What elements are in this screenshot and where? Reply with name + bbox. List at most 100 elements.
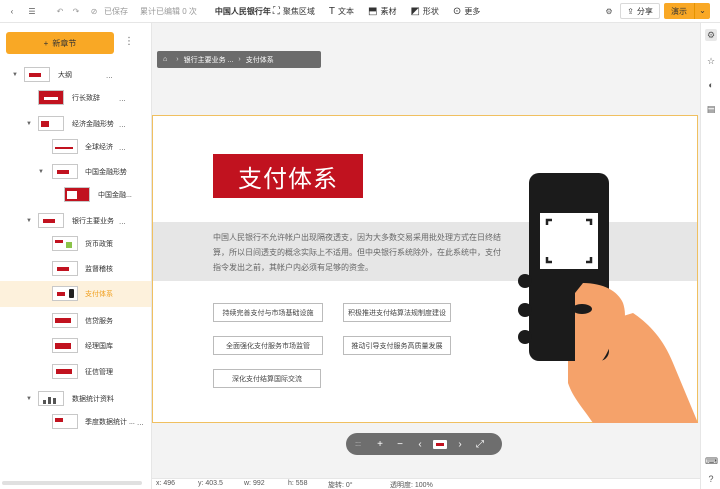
tree-item-more[interactable]: ... [119, 168, 126, 177]
tree-item[interactable]: 货币政策 [0, 231, 151, 257]
tree-item[interactable]: 季度数据统计 ... ... [0, 409, 151, 435]
tree-item-label: 经济金融形势 [72, 121, 114, 128]
slide-thumbnail [38, 391, 64, 406]
tree-item-more[interactable]: ... [119, 217, 126, 226]
slide-title[interactable]: 支付体系 [213, 154, 363, 198]
toolbar-focus-area[interactable]: ⛶ 聚焦区域 [273, 6, 315, 17]
breadcrumb-separator-icon: › [176, 56, 179, 63]
chevron-down-icon[interactable]: ⌄ [694, 3, 710, 19]
settings-icon[interactable]: ⚙ [705, 29, 717, 41]
slide-canvas[interactable]: 支付体系 中国人民银行不允许帐户出现隔夜透支，因为大多数交易采用批处理方式在日终… [152, 115, 698, 423]
phone-hand-illustration[interactable] [513, 173, 703, 423]
tree-item-more[interactable]: ... [119, 143, 126, 152]
canvas-float-toolbar: ::: + − ‹ › ⤢ [346, 433, 502, 455]
notes-icon[interactable]: ▤ [705, 103, 717, 115]
tree-item-more[interactable]: ... [106, 71, 113, 80]
breadcrumb-item[interactable]: 支付体系 [246, 55, 274, 65]
caret-down-icon[interactable]: ▼ [38, 169, 44, 175]
settings-gear-icon[interactable]: ⚙ [601, 3, 617, 19]
toolbar-text[interactable]: T 文本 [329, 6, 354, 17]
slide-pill[interactable]: 推动引导支付服务高质量发展 [343, 336, 451, 355]
caret-down-icon[interactable]: ▼ [26, 218, 32, 224]
status-bar: x: 496 y: 403.5 w: 992 h: 558 旋转: 0° 透明度… [152, 478, 700, 489]
status-x: x: 496 [156, 480, 176, 487]
caret-down-icon[interactable]: ▼ [12, 72, 18, 78]
panel-more-icon[interactable]: ⋮ [124, 36, 134, 47]
saved-status: 已保存 [104, 6, 128, 16]
keyboard-icon[interactable]: ⌨ [705, 455, 718, 467]
top-toolbar: ‹ ☰ ↶ ↷ ⊘ 已保存 累计已编辑 0 次 中国人民银行年 ⛶ 聚焦区域 T文… [0, 0, 720, 23]
tree-item-label: 行长致辞 [72, 95, 100, 102]
menu-icon[interactable]: ☰ [24, 3, 40, 19]
grip-icon[interactable]: ::: [346, 441, 370, 448]
caret-down-icon[interactable]: ▼ [26, 396, 32, 402]
tree-item-label: 中国金融... [98, 192, 132, 199]
toolbar-asset[interactable]: ⬒ 素材 [368, 6, 396, 17]
slide-pill[interactable]: 深化支付结算国际交流 [213, 369, 321, 388]
back-icon[interactable]: ‹ [4, 3, 20, 19]
tree-item-label: 大纲 [58, 72, 72, 79]
share-button[interactable]: ⇪ 分享 [620, 3, 660, 19]
tree-item[interactable]: 监督稽核 [0, 256, 151, 282]
outline-panel: + 新章节 ⋮ ▼ 大纲 ... 行长致辞 ... ▼ 经济金融形势 ... 全球… [0, 23, 152, 489]
horizontal-scrollbar[interactable] [2, 481, 142, 485]
tree-item[interactable]: 行长致辞 ... [0, 85, 151, 111]
slide-pill[interactable]: 全面强化支付服务市场监管 [213, 336, 323, 355]
home-icon[interactable]: ⌂ [163, 56, 167, 63]
tree-item-active[interactable]: 支付体系 [0, 281, 151, 307]
status-y: y: 403.5 [198, 480, 223, 487]
more-icon: ⊙ [452, 5, 462, 17]
caret-down-icon[interactable]: ▼ [26, 121, 32, 127]
slide-pill[interactable]: 积极推进支付结算法规制度建设 [343, 303, 451, 322]
tree-item-label: 货币政策 [85, 241, 113, 248]
share-icon: ⇪ [627, 6, 634, 16]
fit-screen-button[interactable]: ⤢ [470, 439, 490, 450]
slide-thumbnail [52, 338, 78, 353]
slide-thumbnail [52, 286, 78, 301]
right-tool-rail: ⚙ ☆ ◐ ▤ ⌨ ? [700, 23, 720, 489]
new-section-button[interactable]: + 新章节 [6, 32, 114, 54]
zoom-out-button[interactable]: − [390, 439, 410, 450]
toolbar-label: 文本 [338, 6, 355, 16]
thumbnail-nail [572, 304, 592, 314]
star-icon[interactable]: ☆ [705, 55, 717, 67]
prev-slide-button[interactable]: ‹ [410, 439, 430, 450]
toolbar-label: 素材 [380, 6, 397, 16]
breadcrumb-separator-icon: › [238, 56, 241, 63]
finger-left-2 [518, 303, 532, 317]
tree-item-label: 信贷服务 [85, 318, 113, 325]
breadcrumb: ⌂ › 银行主要业务 ... › 支付体系 [157, 51, 321, 68]
zoom-in-button[interactable]: + [370, 439, 390, 450]
slide-thumbnail [52, 261, 78, 276]
toolbar-label: 更多 [464, 6, 481, 16]
document-title[interactable]: 中国人民银行年 [215, 6, 271, 17]
palette-icon[interactable]: ◐ [705, 79, 717, 91]
undo-icon[interactable]: ↶ [52, 3, 68, 19]
help-icon[interactable]: ? [705, 473, 717, 485]
tree-item[interactable]: 信贷服务 [0, 308, 151, 334]
tree-item-more[interactable]: ... [119, 94, 126, 103]
next-slide-button[interactable]: › [450, 439, 470, 450]
present-label: 演示 [671, 6, 687, 16]
tree-item[interactable]: 全球经济 ... [0, 134, 151, 160]
canvas-area[interactable]: ⌂ › 银行主要业务 ... › 支付体系 支付体系 中国人民银行不允许帐户出现… [152, 23, 700, 478]
tree-item-label: 支付体系 [85, 291, 113, 298]
slide-paragraph[interactable]: 中国人民银行不允许帐户出现隔夜透支，因为大多数交易采用批处理方式在日终结算，所以… [213, 230, 503, 275]
tree-item-more[interactable]: ... [119, 120, 126, 129]
toolbar-more[interactable]: ⊙ 更多 [453, 6, 480, 17]
saved-check-icon: ⊘ [90, 6, 98, 16]
finger-left-3 [518, 330, 532, 344]
tree-item[interactable]: 经理国库 [0, 333, 151, 359]
present-button[interactable]: 演示 ⌄ [664, 3, 710, 19]
current-slide-thumbnail[interactable] [433, 439, 447, 449]
toolbar-shape[interactable]: ◩ 形状 [410, 6, 438, 17]
tree-item[interactable]: 中国金融... [0, 182, 151, 208]
slide-thumbnail [52, 364, 78, 379]
finger-left-1 [518, 274, 532, 288]
breadcrumb-item[interactable]: 银行主要业务 ... [184, 55, 234, 65]
tree-item-more[interactable]: ... [137, 418, 144, 427]
redo-icon[interactable]: ↷ [68, 3, 84, 19]
slide-thumbnail [52, 313, 78, 328]
tree-item[interactable]: 征信管理 [0, 359, 151, 385]
slide-pill[interactable]: 持续完善支付与市场基础设施 [213, 303, 323, 322]
